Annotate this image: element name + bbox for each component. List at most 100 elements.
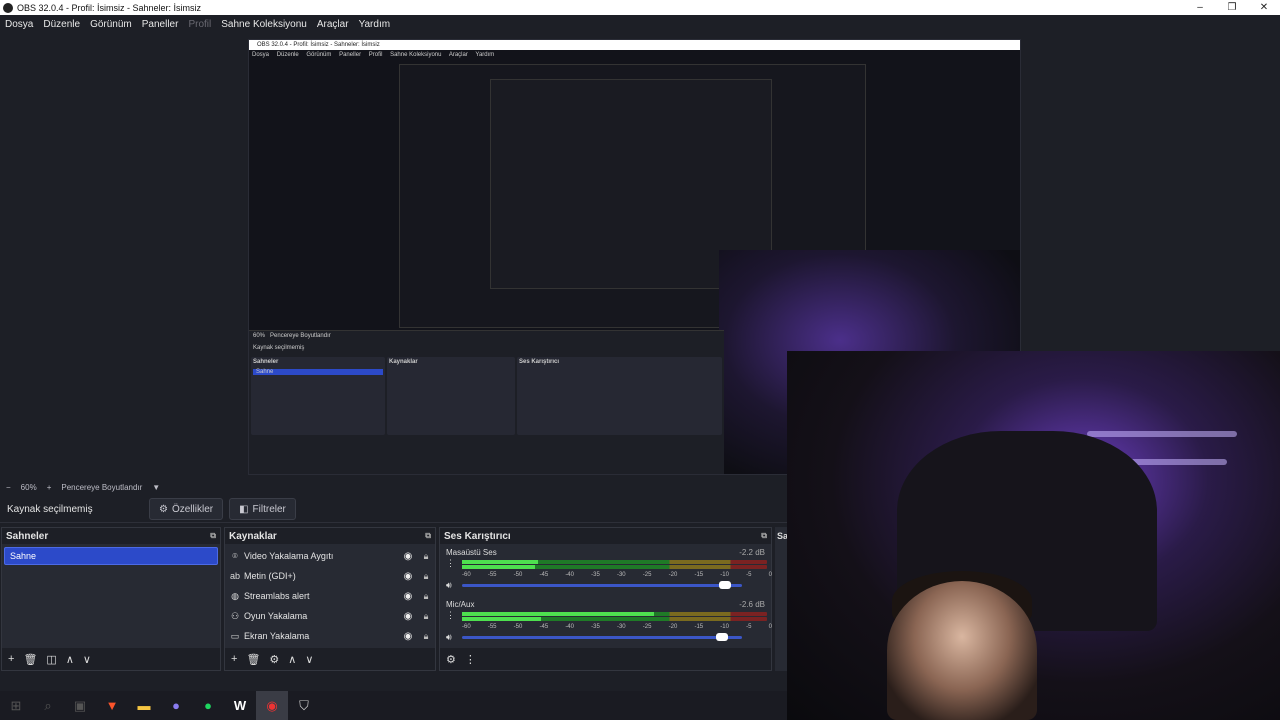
- audio-mixer-dock: Ses Karıştırıcı ⧉ Masaüstü Ses -2.2 dB ⋮…: [439, 527, 772, 671]
- brave-icon[interactable]: ▼: [96, 691, 128, 720]
- meter-tick-label: 0: [768, 572, 772, 578]
- move-up-icon[interactable]: ∧: [66, 653, 74, 666]
- move-down-icon[interactable]: ∨: [83, 653, 91, 666]
- volume-meter: [462, 560, 767, 572]
- speaker-icon[interactable]: 🔊︎: [446, 632, 462, 643]
- obs-icon[interactable]: ◉: [256, 691, 288, 720]
- remove-scene-icon[interactable]: 🗑: [23, 653, 37, 666]
- add-scene-icon[interactable]: +: [8, 653, 14, 665]
- sources-dock: Kaynaklar ⧉ ⌾ Video Yakalama Aygıtı ◉ 🔒︎…: [224, 527, 436, 671]
- volume-slider-knob[interactable]: [716, 633, 729, 641]
- menu-bar: Dosya Düzenle Görünüm Paneller Profil Sa…: [0, 15, 1280, 33]
- gamepad-icon: ⚇: [230, 610, 240, 621]
- scene-filters-icon[interactable]: ◫: [46, 653, 56, 666]
- source-label: Oyun Yakalama: [244, 611, 308, 621]
- source-row-display-capture[interactable]: ▭ Ekran Yakalama ◉ 🔒︎: [225, 626, 435, 646]
- menu-profil[interactable]: Profil: [183, 19, 216, 30]
- mixer-dock-title: Ses Karıştırıcı: [444, 530, 511, 542]
- source-row-video-capture[interactable]: ⌾ Video Yakalama Aygıtı ◉ 🔒︎: [225, 546, 435, 566]
- meter-tick-label: -35: [591, 572, 600, 578]
- scene-item-sahne[interactable]: Sahne: [4, 547, 218, 565]
- meter-tick-label: -25: [642, 572, 652, 578]
- speaker-icon[interactable]: 🔊︎: [446, 580, 462, 591]
- advanced-audio-icon[interactable]: ⚙: [446, 653, 456, 666]
- windows-icon[interactable]: ⊞: [0, 691, 32, 720]
- meter-tick-label: -55: [487, 572, 497, 578]
- zoom-dropdown-icon[interactable]: ▼: [152, 483, 160, 492]
- shield-icon[interactable]: ⛉: [288, 691, 320, 720]
- volume-slider[interactable]: [462, 581, 742, 589]
- browser-icon: ◍: [231, 590, 239, 601]
- volume-slider[interactable]: [462, 633, 742, 641]
- gear-icon: ⚙: [159, 503, 168, 515]
- menu-gorunum[interactable]: Görünüm: [85, 19, 137, 30]
- add-source-icon[interactable]: +: [231, 653, 237, 665]
- channel-menu-icon[interactable]: ⋮: [446, 610, 455, 621]
- visibility-eye-icon[interactable]: ◉: [399, 551, 417, 562]
- meter-tick-label: 0: [768, 624, 772, 630]
- filters-button[interactable]: ◧ Filtreler: [229, 498, 296, 520]
- menu-duzenle[interactable]: Düzenle: [38, 19, 85, 30]
- lock-icon[interactable]: 🔒︎: [417, 571, 435, 582]
- minimize-button[interactable]: –: [1184, 2, 1216, 13]
- task-view-icon[interactable]: ▣: [64, 691, 96, 720]
- nested-scenes-title: Sahneler: [253, 359, 279, 365]
- menu-araclar[interactable]: Araçlar: [312, 19, 354, 30]
- zoom-in-button[interactable]: +: [47, 483, 52, 492]
- zoom-mode[interactable]: Pencereye Boyutlandır: [61, 483, 142, 492]
- meter-level-right: [462, 617, 542, 621]
- mixer-menu-icon[interactable]: ⋮: [465, 653, 476, 666]
- remove-source-icon[interactable]: 🗑: [246, 653, 260, 666]
- lock-icon[interactable]: 🔒︎: [417, 551, 435, 562]
- partial-dock: Sa: [775, 527, 787, 671]
- source-row-game-capture[interactable]: ⚇ Oyun Yakalama ◉ 🔒︎: [225, 606, 435, 626]
- maximize-button[interactable]: ❐: [1216, 2, 1248, 13]
- meter-tick-label: -40: [565, 624, 574, 630]
- wattpad-icon[interactable]: W: [224, 691, 256, 720]
- source-row-text-gdi[interactable]: ab Metin (GDI+) ◉ 🔒︎: [225, 566, 435, 586]
- properties-button[interactable]: ⚙ Özellikler: [149, 498, 224, 520]
- camera-icon: ⌾: [232, 550, 238, 561]
- nested-mixer-title: Ses Karıştırıcı: [519, 359, 560, 365]
- lock-icon[interactable]: 🔒︎: [417, 631, 435, 642]
- menu-paneller[interactable]: Paneller: [137, 19, 184, 30]
- source-toolbar: Kaynak seçilmemiş ⚙ Özellikler ◧ Filtrel…: [0, 496, 787, 523]
- volume-row: 🔊︎: [446, 632, 765, 643]
- nested-menu-item: Dosya: [252, 52, 270, 58]
- move-up-icon[interactable]: ∧: [288, 653, 296, 666]
- meter-tick-label: -30: [616, 624, 626, 630]
- windows-taskbar: ⊞ ⌕ ▣ ▼ ▬ ● ● W ◉ ⛉: [0, 691, 787, 720]
- source-properties-icon[interactable]: ⚙: [269, 653, 279, 666]
- channel-menu-icon[interactable]: ⋮: [446, 558, 455, 569]
- meter-tick-label: -25: [642, 624, 652, 630]
- spotify-icon[interactable]: ●: [192, 691, 224, 720]
- menu-dosya[interactable]: Dosya: [0, 19, 38, 30]
- move-down-icon[interactable]: ∨: [305, 653, 313, 666]
- dock-float-icon[interactable]: ⧉: [425, 531, 431, 541]
- discord-icon[interactable]: ●: [160, 691, 192, 720]
- lock-icon[interactable]: 🔒︎: [417, 591, 435, 602]
- dock-float-icon[interactable]: ⧉: [210, 531, 216, 541]
- source-row-streamlabs-alert[interactable]: ◍ Streamlabs alert ◉ 🔒︎: [225, 586, 435, 606]
- lock-icon[interactable]: 🔒︎: [417, 611, 435, 622]
- meter-tick-label: -40: [565, 572, 574, 578]
- zoom-out-button[interactable]: −: [6, 483, 11, 492]
- close-button[interactable]: ✕: [1248, 2, 1280, 13]
- meter-ticks: -60 -55 -50 -45 -40 -35 -30 -25 -20 -15 -10 -5 0: [462, 572, 772, 578]
- visibility-eye-icon[interactable]: ◉: [399, 571, 417, 582]
- meter-tick-label: -50: [513, 624, 523, 630]
- volume-slider-knob[interactable]: [719, 581, 732, 589]
- menu-yardim[interactable]: Yardım: [354, 19, 396, 30]
- visibility-eye-icon[interactable]: ◉: [399, 591, 417, 602]
- visibility-eye-icon[interactable]: ◉: [399, 631, 417, 642]
- visibility-eye-icon[interactable]: ◉: [399, 611, 417, 622]
- nested-menu-item: Yardım: [475, 52, 495, 58]
- search-icon[interactable]: ⌕: [32, 691, 64, 720]
- meter-tick-label: -60: [462, 624, 471, 630]
- menu-sahne-koleksiyonu[interactable]: Sahne Koleksiyonu: [216, 19, 312, 30]
- folder-icon[interactable]: ▬: [128, 691, 160, 720]
- sources-dock-header: Kaynaklar ⧉: [225, 528, 435, 544]
- dock-float-icon[interactable]: ⧉: [761, 531, 767, 541]
- volume-row: 🔊︎: [446, 580, 765, 591]
- partial-dock-title: Sa: [777, 531, 787, 541]
